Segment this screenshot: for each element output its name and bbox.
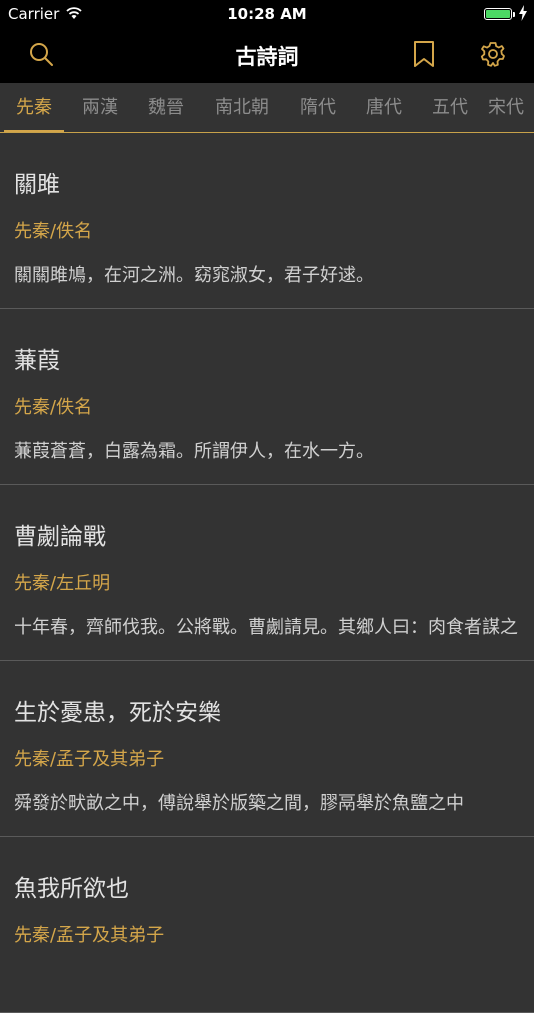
- page-title: 古詩詞: [235, 45, 299, 69]
- tab-label: 宋代: [488, 97, 524, 118]
- tab-label: 五代: [432, 97, 468, 118]
- tab-wudai[interactable]: 五代: [420, 83, 480, 132]
- poem-title: 生於憂患，死於安樂: [14, 700, 221, 726]
- poem-excerpt: 十年春，齊師伐我。公將戰。曹劌請見。其鄉人曰：肉食者謀之: [14, 617, 518, 638]
- tab-tangdai[interactable]: 唐代: [354, 83, 414, 132]
- list-item[interactable]: 魚我所欲也 先秦/孟子及其弟子: [0, 837, 534, 1013]
- tab-weijin[interactable]: 魏晉: [136, 83, 196, 132]
- poem-author: 先秦/佚名: [14, 221, 93, 242]
- poem-author: 先秦/孟子及其弟子: [14, 749, 165, 770]
- tab-xianqin[interactable]: 先秦: [4, 83, 64, 132]
- settings-icon[interactable]: [480, 41, 506, 67]
- list-item[interactable]: 曹劌論戰 先秦/左丘明 十年春，齊師伐我。公將戰。曹劌請見。其鄉人曰：肉食者謀之: [0, 485, 534, 661]
- charging-icon: [519, 5, 527, 21]
- tab-label: 唐代: [366, 97, 402, 118]
- dynasty-tabs: 先秦 兩漢 魏晉 南北朝 隋代 唐代 五代 宋代: [0, 83, 534, 133]
- tab-songdai[interactable]: 宋代: [488, 83, 534, 132]
- tab-label: 隋代: [300, 97, 336, 118]
- poem-author: 先秦/佚名: [14, 397, 93, 418]
- tab-suidai[interactable]: 隋代: [288, 83, 348, 132]
- tab-label: 兩漢: [82, 97, 118, 118]
- tab-label: 南北朝: [215, 97, 269, 118]
- poem-author: 先秦/左丘明: [14, 573, 111, 594]
- poem-title: 曹劌論戰: [14, 524, 106, 550]
- tab-nanbeichao[interactable]: 南北朝: [205, 83, 279, 132]
- poem-title: 蒹葭: [14, 348, 60, 374]
- poem-excerpt: 舜發於畎畝之中，傅說舉於版築之間，膠鬲舉於魚鹽之中: [14, 793, 464, 814]
- poem-title: 關雎: [14, 172, 60, 198]
- nav-bar: 古詩詞: [0, 28, 534, 83]
- list-item[interactable]: 關雎 先秦/佚名 關關雎鳩，在河之洲。窈窕淑女，君子好逑。: [0, 133, 534, 309]
- active-tab-underline: [4, 130, 64, 132]
- poem-author: 先秦/孟子及其弟子: [14, 925, 165, 946]
- status-time: 10:28 AM: [227, 5, 307, 23]
- battery-icon: [484, 8, 512, 20]
- bookmark-icon[interactable]: [411, 41, 437, 67]
- poem-list: 關雎 先秦/佚名 關關雎鳩，在河之洲。窈窕淑女，君子好逑。 蒹葭 先秦/佚名 蒹…: [0, 133, 534, 1013]
- poem-excerpt: 蒹葭蒼蒼，白露為霜。所謂伊人，在水一方。: [14, 441, 374, 462]
- battery-tip: [513, 12, 515, 17]
- tab-label: 先秦: [16, 97, 52, 118]
- status-bar: Carrier 10:28 AM: [0, 0, 534, 28]
- list-item[interactable]: 生於憂患，死於安樂 先秦/孟子及其弟子 舜發於畎畝之中，傅說舉於版築之間，膠鬲舉…: [0, 661, 534, 837]
- list-item[interactable]: 蒹葭 先秦/佚名 蒹葭蒼蒼，白露為霜。所謂伊人，在水一方。: [0, 309, 534, 485]
- tab-lianghan[interactable]: 兩漢: [70, 83, 130, 132]
- poem-excerpt: 關關雎鳩，在河之洲。窈窕淑女，君子好逑。: [14, 265, 374, 286]
- tab-label: 魏晉: [148, 97, 184, 118]
- poem-title: 魚我所欲也: [14, 876, 129, 902]
